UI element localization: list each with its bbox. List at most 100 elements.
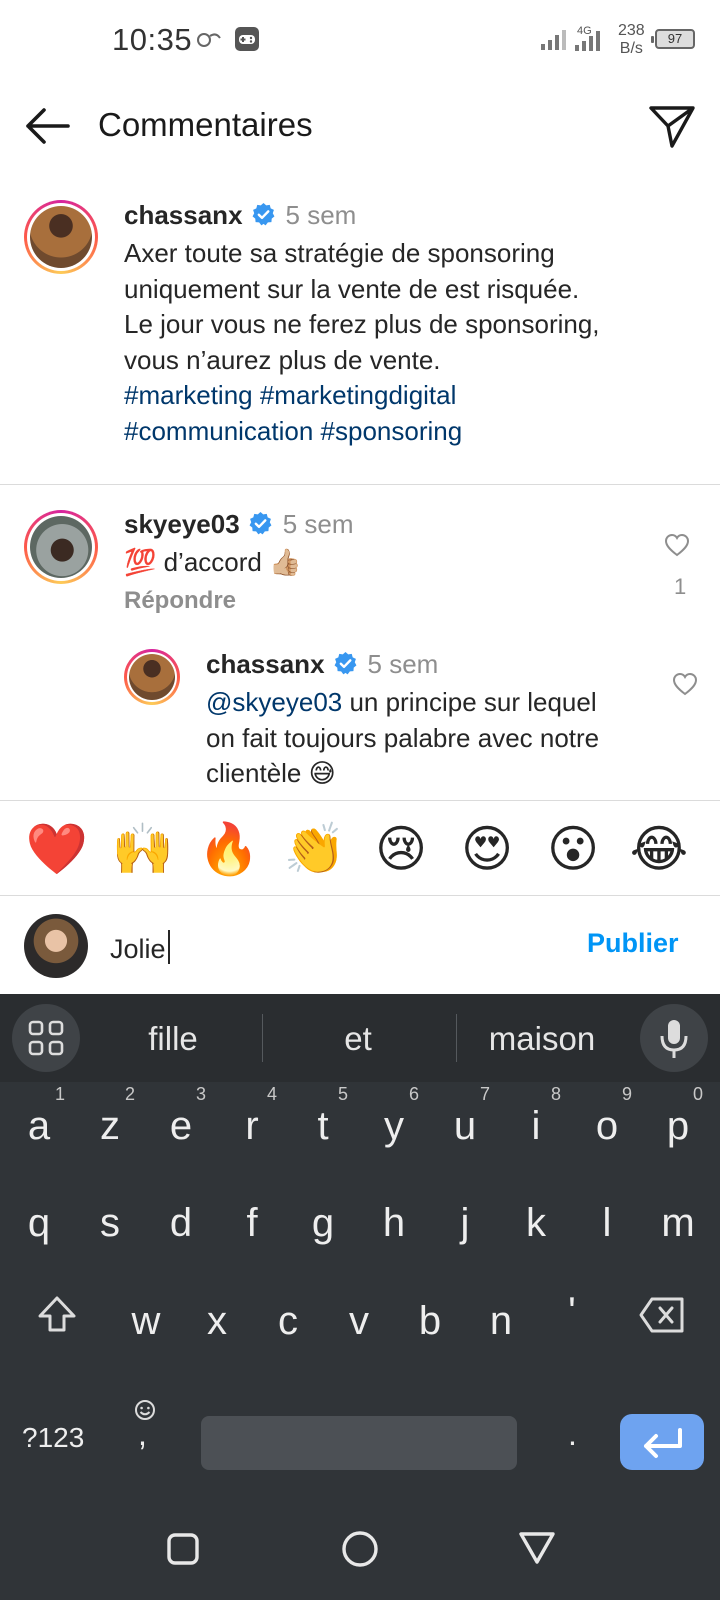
back-triangle-icon[interactable] xyxy=(518,1530,556,1566)
top-bar: Commentaires xyxy=(0,90,720,165)
comment: skyeye03 5 sem 💯 d’accord 👍🏼 Répondre xyxy=(124,509,624,615)
reply-line: un principe sur lequel xyxy=(342,687,597,717)
system-nav-bar xyxy=(0,1500,720,1600)
symbols-key[interactable]: ?123 xyxy=(22,1422,84,1454)
key-j[interactable]: j xyxy=(435,1201,495,1246)
key-n[interactable]: n xyxy=(471,1299,531,1344)
emoji-crying[interactable]: 😢 xyxy=(368,819,434,879)
key-x[interactable]: x xyxy=(187,1299,247,1344)
avatar-current-user xyxy=(24,914,88,978)
reply-line: clientèle 😅 xyxy=(206,758,336,788)
divider xyxy=(0,484,720,485)
comment-username[interactable]: skyeye03 xyxy=(124,509,240,539)
avatar-commenter[interactable] xyxy=(24,510,98,584)
divider xyxy=(262,1014,263,1062)
hashtags-line[interactable]: #marketing #marketingdigital xyxy=(124,378,684,414)
microphone-icon[interactable] xyxy=(640,1004,708,1072)
backspace-icon[interactable] xyxy=(638,1296,686,1334)
key-g[interactable]: g xyxy=(293,1201,353,1246)
reply-username[interactable]: chassanx xyxy=(206,649,325,679)
key-b[interactable]: b xyxy=(400,1299,460,1344)
home-icon[interactable] xyxy=(341,1530,379,1568)
emoji-heart[interactable]: ❤️ xyxy=(24,819,90,879)
apps-grid-icon[interactable] xyxy=(12,1004,80,1072)
key-s[interactable]: s xyxy=(80,1201,140,1246)
key-v[interactable]: v xyxy=(329,1299,389,1344)
key-i[interactable]: i xyxy=(506,1104,566,1149)
key-l[interactable]: l xyxy=(577,1201,637,1246)
key-q[interactable]: q xyxy=(9,1201,69,1246)
key-period[interactable]: . xyxy=(568,1416,577,1453)
comment-input[interactable]: Jolie xyxy=(110,930,170,965)
comment-text: 💯 d’accord 👍🏼 xyxy=(124,547,302,577)
key-comma[interactable]: , xyxy=(138,1416,147,1453)
key-f[interactable]: f xyxy=(222,1201,282,1246)
text-caret xyxy=(167,930,170,964)
gamepad-icon xyxy=(235,27,259,51)
key-o[interactable]: o xyxy=(577,1104,637,1149)
key-m[interactable]: m xyxy=(648,1201,708,1246)
enter-arrow-icon xyxy=(644,1428,682,1458)
verified-badge-icon xyxy=(249,512,272,535)
heart-icon[interactable] xyxy=(664,533,690,557)
key-u[interactable]: u xyxy=(435,1104,495,1149)
emoji-raised-hands[interactable]: 🙌 xyxy=(110,819,176,879)
paper-plane-icon[interactable] xyxy=(648,104,696,150)
shift-icon[interactable] xyxy=(34,1292,80,1338)
battery-icon: 97 xyxy=(651,29,695,49)
enter-key[interactable] xyxy=(620,1414,704,1470)
key-y[interactable]: y xyxy=(364,1104,424,1149)
mention-link[interactable]: @skyeye03 xyxy=(206,687,342,717)
divider xyxy=(456,1014,457,1062)
signal-icon xyxy=(541,30,566,50)
key-z[interactable]: z xyxy=(80,1104,140,1149)
reply-comment: chassanx 5 sem @skyeye03 un principe sur … xyxy=(206,649,646,792)
key-r[interactable]: r xyxy=(222,1104,282,1149)
key-t[interactable]: t xyxy=(293,1104,353,1149)
key-w[interactable]: w xyxy=(116,1299,176,1344)
suggestion-word[interactable]: et xyxy=(278,1020,438,1058)
key-hint-number: 2 xyxy=(125,1084,136,1104)
comment-time: 5 sem xyxy=(282,509,354,539)
key-h[interactable]: h xyxy=(364,1201,424,1246)
caption-line: vous n’aurez plus de vente. xyxy=(124,344,441,375)
verified-badge-icon xyxy=(334,652,356,675)
emoji-heart-eyes[interactable]: 😍 xyxy=(454,819,520,879)
key-k[interactable]: k xyxy=(506,1201,566,1246)
caption-time: 5 sem xyxy=(285,200,357,230)
avatar-caption-author[interactable] xyxy=(24,200,98,274)
key-hint-number: 3 xyxy=(196,1084,207,1104)
key-hint-number: 9 xyxy=(622,1084,633,1104)
emoji-surprised[interactable]: 😮 xyxy=(540,819,606,879)
key-c[interactable]: c xyxy=(258,1299,318,1344)
key-apostrophe[interactable]: ' xyxy=(542,1290,602,1335)
arrow-left-icon[interactable] xyxy=(22,106,72,146)
emoji-clap[interactable]: 👏 xyxy=(282,819,348,879)
notification-icon xyxy=(197,33,221,47)
key-d[interactable]: d xyxy=(151,1201,211,1246)
hashtags-line[interactable]: #communication #sponsoring xyxy=(124,414,684,450)
emoji-fire[interactable]: 🔥 xyxy=(196,819,262,879)
space-key[interactable] xyxy=(201,1416,517,1470)
caption-text: Axer toute sa stratégie de sponsoring un… xyxy=(124,236,684,449)
suggestion-word[interactable]: fille xyxy=(93,1020,253,1058)
status-time: 10:35 xyxy=(112,22,193,57)
key-hint-number: 7 xyxy=(480,1084,491,1104)
publish-button[interactable]: Publier xyxy=(587,928,679,959)
avatar-reply-author[interactable] xyxy=(124,649,180,705)
key-e[interactable]: e xyxy=(151,1104,211,1149)
reply-time: 5 sem xyxy=(367,649,439,679)
network-speed: 238 B/s xyxy=(618,22,645,58)
signal-4g-icon: 4G xyxy=(575,25,600,51)
caption-username[interactable]: chassanx xyxy=(124,200,243,230)
key-p[interactable]: p xyxy=(648,1104,708,1149)
recent-apps-icon[interactable] xyxy=(166,1532,200,1566)
verified-badge-icon xyxy=(252,203,274,226)
reply-button[interactable]: Répondre xyxy=(124,587,624,615)
heart-icon[interactable] xyxy=(672,672,698,696)
emoji-laughing[interactable]: 😂 xyxy=(626,819,692,879)
suggestion-word[interactable]: maison xyxy=(462,1020,622,1058)
speed-value: 238 xyxy=(618,22,645,39)
key-a[interactable]: a xyxy=(9,1104,69,1149)
reply-text: @skyeye03 un principe sur lequel on fait… xyxy=(206,685,646,792)
